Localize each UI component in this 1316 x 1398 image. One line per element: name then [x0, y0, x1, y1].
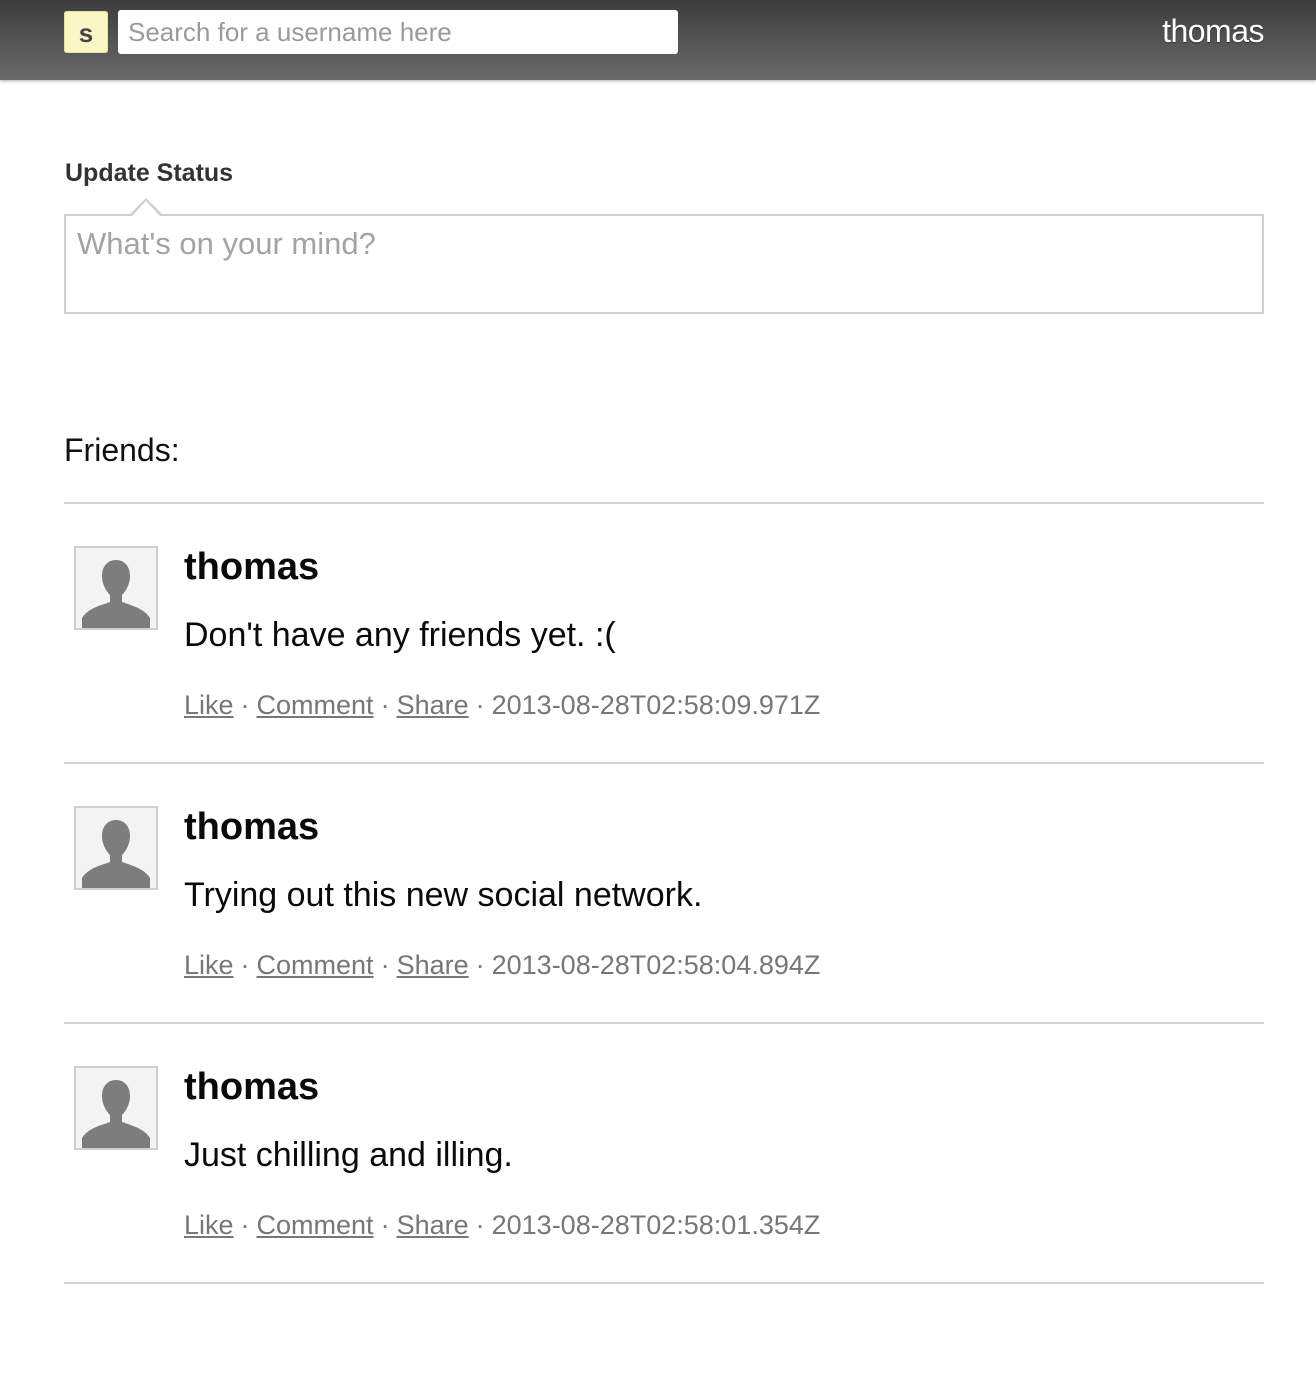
post-timestamp: 2013-08-28T02:58:09.971Z — [491, 690, 821, 720]
user-silhouette-icon — [76, 548, 156, 628]
separator: · — [240, 950, 250, 980]
post-text: Trying out this new social network. — [184, 876, 703, 914]
feed-divider — [64, 1282, 1264, 1284]
separator: · — [380, 950, 390, 980]
share-link[interactable]: Share — [397, 690, 469, 720]
status-feed: thomas Don't have any friends yet. :( Li… — [64, 502, 1264, 1284]
status-textarea[interactable] — [64, 214, 1264, 314]
top-navbar: s thomas — [0, 0, 1316, 80]
feed-post: thomas Just chilling and illing. Like · Co… — [64, 1024, 1264, 1282]
comment-link[interactable]: Comment — [257, 690, 374, 720]
user-silhouette-icon — [76, 1068, 156, 1148]
update-status-label: Update Status — [65, 159, 234, 187]
post-actions: Like · Comment · Share · 2013-08-28T02:58:09.9… — [184, 690, 820, 721]
separator: · — [380, 690, 390, 720]
avatar-icon[interactable] — [74, 1066, 158, 1150]
avatar-icon[interactable] — [74, 806, 158, 890]
friends-heading: Friends: — [64, 432, 180, 468]
comment-link[interactable]: Comment — [257, 950, 374, 980]
user-silhouette-icon — [76, 808, 156, 888]
post-author[interactable]: thomas — [184, 546, 319, 589]
composer-caret-fill — [132, 201, 160, 216]
post-timestamp: 2013-08-28T02:58:04.894Z — [491, 950, 821, 980]
share-link[interactable]: Share — [397, 1210, 469, 1240]
separator: · — [380, 1210, 390, 1240]
post-actions: Like · Comment · Share · 2013-08-28T02:58:04.8… — [184, 950, 820, 981]
post-actions: Like · Comment · Share · 2013-08-28T02:58:01.3… — [184, 1210, 820, 1241]
current-user-link[interactable]: thomas — [1162, 13, 1264, 50]
separator: · — [475, 950, 485, 980]
post-author[interactable]: thomas — [184, 1066, 319, 1109]
feed-post: thomas Trying out this new social networ… — [64, 764, 1264, 1022]
post-timestamp: 2013-08-28T02:58:01.354Z — [491, 1210, 821, 1240]
like-link[interactable]: Like — [184, 690, 234, 720]
search-input[interactable] — [118, 10, 678, 54]
share-link[interactable]: Share — [397, 950, 469, 980]
post-author[interactable]: thomas — [184, 806, 319, 849]
feed-post: thomas Don't have any friends yet. :( Li… — [64, 504, 1264, 762]
post-text: Don't have any friends yet. :( — [184, 616, 616, 654]
separator: · — [475, 690, 485, 720]
like-link[interactable]: Like — [184, 950, 234, 980]
separator: · — [240, 1210, 250, 1240]
comment-link[interactable]: Comment — [257, 1210, 374, 1240]
separator: · — [475, 1210, 485, 1240]
status-composer — [64, 198, 1264, 314]
avatar-icon[interactable] — [74, 546, 158, 630]
separator: · — [240, 690, 250, 720]
app-logo[interactable]: s — [64, 11, 108, 53]
post-text: Just chilling and illing. — [184, 1136, 513, 1174]
like-link[interactable]: Like — [184, 1210, 234, 1240]
